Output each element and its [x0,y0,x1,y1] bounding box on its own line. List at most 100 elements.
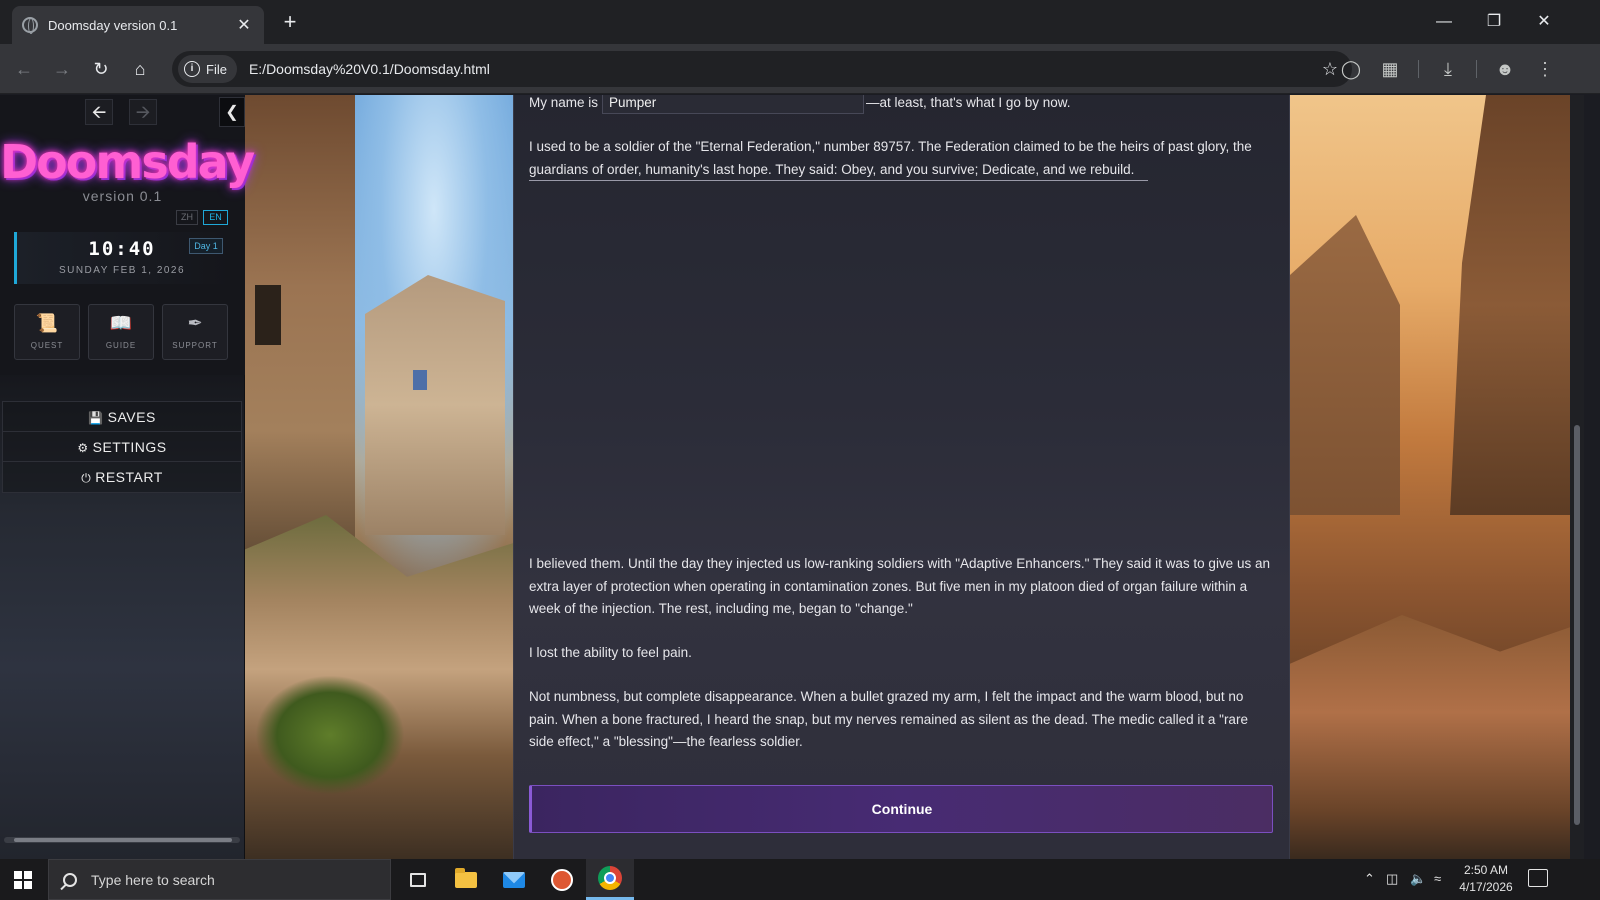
power-icon: ⏻ [81,471,92,485]
ruins-backdrop-right [1290,95,1570,859]
search-icon [63,872,77,887]
saves-button[interactable]: 💾 SAVES [3,402,241,432]
guide-label: GUIDE [105,341,137,350]
ruins-backdrop-left [245,95,515,859]
globe-icon [22,17,38,34]
task-view-button[interactable] [394,859,442,900]
quest-label: QUEST [30,341,64,350]
notification-icon[interactable] [1528,869,1548,887]
continue-button[interactable]: Continue [529,785,1273,833]
story-paragraph: I believed them. Until the day they inje… [529,556,1270,616]
address-bar[interactable]: i File E:/Doomsday%20V0.1/Doomsday.html … [172,51,1352,87]
history-forward-button[interactable]: 🡪 [129,99,157,125]
system-date: 4/17/2026 [1459,880,1513,894]
scroll-icon: 📜 [35,313,59,333]
language-zh-button[interactable]: ZH [176,210,198,225]
support-label: SUPPORT [172,341,218,350]
ruined-building [365,275,505,535]
tab-close-button[interactable]: ✕ [234,15,254,35]
restart-label: RESTART [95,469,163,485]
game-logo: Doomsday [0,135,255,189]
ruined-building [1450,95,1570,515]
extensions-puzzle-icon[interactable]: ▦ [1375,54,1405,84]
url-text[interactable]: E:/Doomsday%20V0.1/Doomsday.html [249,61,1322,77]
browser-toolbar: ← → ↻ ⌂ i File E:/Doomsday%20V0.1/Doomsd… [0,44,1600,94]
story-paragraph: I lost the ability to feel pain. [529,645,692,660]
system-clock[interactable]: 2:50 AM 4/17/2026 [1448,862,1524,896]
network-icon[interactable]: ◫ [1386,871,1398,887]
game-version: version 0.1 [82,188,163,204]
taskbar-search[interactable]: Type here to search [48,859,391,900]
game-clock: 10:40 SUNDAY FEB 1, 2026 Day 1 [14,232,230,284]
wifi-icon[interactable]: ≈ [1434,871,1441,886]
sidebar-horizontal-scrollbar[interactable] [4,837,240,843]
browser-tab[interactable]: Doomsday version 0.1 ✕ [12,6,264,44]
tab-title: Doomsday version 0.1 [48,17,178,33]
home-icon[interactable]: ⌂ [125,54,155,84]
duckduckgo-icon [551,868,573,891]
chrome-button[interactable] [586,859,634,900]
language-en-button[interactable]: EN [203,210,228,225]
back-arrow-icon[interactable]: ← [9,54,39,84]
volume-icon[interactable]: 🔈 [1410,871,1426,887]
window-close-button[interactable]: ✕ [1524,8,1564,36]
windows-start-icon[interactable] [14,871,32,889]
show-hidden-icons[interactable]: ⌃ [1364,871,1375,887]
menu-kebab-icon[interactable]: ⋮ [1530,54,1560,84]
site-info-label: File [206,61,227,77]
rubble-pile [1290,615,1570,859]
quest-button[interactable]: 📜 QUEST [14,304,80,360]
taskbar-search-placeholder: Type here to search [91,871,215,888]
name-row: My name is —at least, that's what I go b… [529,95,1070,115]
file-explorer-button[interactable] [442,859,490,900]
reload-icon[interactable]: ↻ [86,54,116,84]
new-tab-button[interactable]: + [276,8,304,36]
settings-button[interactable]: ⚙ SETTINGS [3,432,241,462]
info-icon: i [184,61,200,77]
game-sidebar: 🡨 🡪 ❮ Doomsday version 0.1 ZH EN 10:40 S… [0,95,255,859]
quill-icon: ✒ [187,313,203,333]
book-icon: 📖 [109,313,133,333]
restore-button[interactable]: ❐ [1474,8,1514,36]
download-icon[interactable]: ⤓ [1433,54,1463,84]
game-date: SUNDAY FEB 1, 2026 [58,265,186,276]
support-button[interactable]: ✒ SUPPORT [162,304,228,360]
toolbar-divider [1418,60,1419,78]
story-paragraph: I used to be a soldier of the "Eternal F… [529,139,1252,177]
page-scrollbar[interactable] [1570,95,1584,859]
extension-shield-icon[interactable]: ◯ [1336,54,1366,84]
story-paragraph: Not numbness, but complete disappearance… [529,689,1248,749]
windows-taskbar: Type here to search ⌃ ◫ 🔈 ≈ 2:50 AM 4/17… [0,859,1600,900]
profile-icon[interactable]: ☻ [1490,54,1520,84]
vegetation [255,675,405,795]
text-underline [529,180,1148,181]
sidebar-collapse-button[interactable]: ❮ [219,97,245,127]
ruined-building [245,95,355,575]
browser-tab-bar: Doomsday version 0.1 ✕ + — ❐ ✕ [0,0,1600,44]
forward-arrow-icon[interactable]: → [47,54,77,84]
duckduckgo-button[interactable] [538,859,586,900]
name-prefix: My name is [529,95,599,110]
site-info-chip[interactable]: i File [178,55,237,83]
chrome-icon [598,866,622,890]
mail-icon [503,871,525,888]
restart-button[interactable]: ⏻ RESTART [3,462,241,492]
mail-button[interactable] [490,859,538,900]
guide-button[interactable]: 📖 GUIDE [88,304,154,360]
player-name-input[interactable] [602,95,865,114]
ruined-building [1290,215,1400,515]
task-view-icon [410,872,426,887]
page-viewport: 🡨 🡪 ❮ Doomsday version 0.1 ZH EN 10:40 S… [0,95,1600,859]
day-badge: Day 1 [189,238,223,254]
gear-icon: ⚙ [77,441,89,455]
saves-label: SAVES [107,409,156,425]
minimize-button[interactable]: — [1424,8,1464,36]
save-icon: 💾 [88,411,104,425]
system-time: 2:50 AM [1463,863,1509,877]
story-passage: My name is —at least, that's what I go b… [513,95,1290,859]
name-suffix: —at least, that's what I go by now. [866,95,1071,110]
toolbar-divider [1476,60,1477,78]
system-menu: 💾 SAVES ⚙ SETTINGS ⏻ RESTART [2,401,242,493]
history-back-button[interactable]: 🡨 [85,99,113,125]
folder-icon [455,867,477,888]
